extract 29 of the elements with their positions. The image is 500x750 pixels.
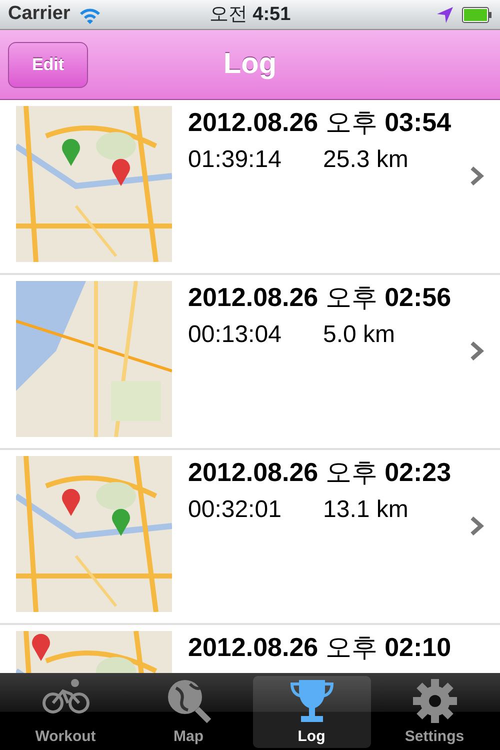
tab-button[interactable]: Workout <box>6 676 124 748</box>
chevron-icon <box>470 341 484 361</box>
bicycle-icon <box>42 678 90 714</box>
duration-text: 01:39:14 <box>188 144 282 175</box>
distance-text: 25.3 km <box>323 144 408 175</box>
trophy-icon <box>288 678 334 724</box>
log-date: 2012.08.26 오후 02:10 <box>188 633 452 663</box>
location-arrow-icon <box>436 6 454 24</box>
globe-magnifier-icon <box>166 678 212 724</box>
tab-button[interactable]: Log <box>252 676 370 748</box>
log-date: 2012.08.26 오후 03:54 <box>188 108 452 138</box>
duration-text: 00:32:01 <box>188 494 282 525</box>
log-row[interactable]: 2012.08.26 오후 03:54 01:39:14 25.3 km <box>0 100 500 275</box>
duration-text: 00:13:04 <box>188 320 282 350</box>
battery-icon <box>462 6 492 22</box>
log-row[interactable]: 2012.08.26 오후 02:23 00:32:01 13.1 km <box>0 450 500 625</box>
gear-icon <box>412 678 458 724</box>
log-row[interactable]: 2012.08.26 오후 02:56 00:13:04 5.0 km <box>0 275 500 450</box>
carrier-name: Carrier <box>8 2 70 26</box>
log-date: 2012.08.26 오후 02:23 <box>188 458 452 488</box>
tab-button[interactable]: Settings <box>376 676 494 748</box>
chevron-icon <box>470 516 484 536</box>
clock-time: 오전 4:51 <box>209 4 291 24</box>
chevron-icon <box>470 166 484 186</box>
distance-text: 5.0 km <box>323 320 396 350</box>
tab-button[interactable]: Map <box>130 676 248 748</box>
nav-title: Log <box>223 46 277 82</box>
log-date: 2012.08.26 오후 02:56 <box>188 283 452 313</box>
distance-text: 13.1 km <box>323 494 408 525</box>
